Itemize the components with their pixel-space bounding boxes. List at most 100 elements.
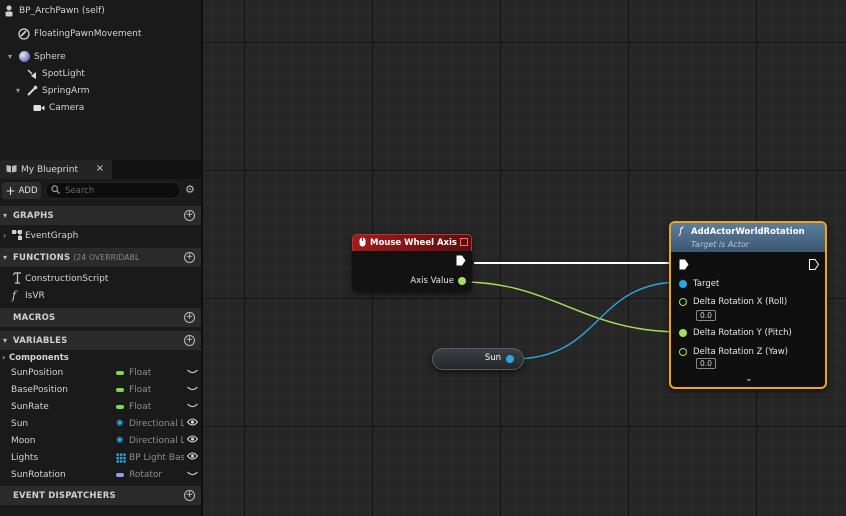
variable-type[interactable]: BP Light Base [116,452,184,463]
tree-item-floating-pawn-movement[interactable]: FloatingPawnMovement [18,25,141,42]
variable-type[interactable]: Rotator [116,470,184,480]
section-graphs[interactable]: ▾ GRAPHS + [0,206,201,225]
yaw-pin[interactable]: Delta Rotation Z (Yaw) [679,347,788,357]
axis-value-pin[interactable]: Axis Value [410,276,466,286]
add-button-label: ADD [18,185,38,196]
camera-icon [33,102,45,114]
eye-open-icon[interactable] [186,418,199,429]
tree-item-camera[interactable]: Camera [33,99,84,116]
variable-type-label: Float [129,401,152,412]
variable-row[interactable]: BasePosition Float [0,381,201,398]
pitch-pin[interactable]: Delta Rotation Y (Pitch) [679,328,792,338]
variable-row[interactable]: SunRate Float [0,398,201,415]
float-pin-icon[interactable] [679,348,687,356]
section-event-dispatchers[interactable]: EVENT DISPATCHERS + [0,486,201,505]
variable-type[interactable]: Float [116,385,184,395]
category-label: Components [9,352,69,363]
tab-my-blueprint[interactable]: My Blueprint × [0,160,112,179]
eye-closed-icon[interactable] [187,385,198,395]
breakpoint-icon[interactable] [460,238,468,246]
section-functions[interactable]: ▾ FUNCTIONS (24 OVERRIDABL + [0,248,201,267]
variable-type[interactable]: ✺ Directional Li [116,419,184,429]
roll-pin[interactable]: Delta Rotation X (Roll) [679,297,787,307]
section-title: MACROS [13,312,56,323]
object-pin-icon[interactable] [679,280,687,288]
eye-open-icon[interactable] [186,452,199,463]
tree-item-label: FloatingPawnMovement [34,28,142,39]
tree-item-root[interactable]: BP_ArchPawn (self) [3,2,105,19]
add-dispatcher-icon[interactable]: + [184,490,195,501]
light-type-icon: ✺ [116,418,124,429]
float-pin-icon[interactable] [458,277,466,285]
chevron-down-icon[interactable]: ▾ [8,52,17,61]
add-button[interactable]: + ADD [2,182,41,199]
eye-closed-icon[interactable] [187,402,198,412]
pin-label: Axis Value [410,276,454,286]
mouse-wheel-axis-node[interactable]: Mouse Wheel Axis Axis Value [352,234,472,292]
chevron-down-icon: ▾ [3,253,8,262]
tree-item-label: SpringArm [42,85,90,96]
tree-item-spotlight[interactable]: SpotLight [26,65,85,82]
type-pill-icon [116,472,124,477]
type-pill-icon [116,387,124,392]
eye-closed-icon[interactable] [187,368,198,378]
section-macros[interactable]: MACROS + [0,308,201,327]
section-title: VARIABLES [13,335,68,346]
event-graph-canvas[interactable]: Mouse Wheel Axis Axis Value Sun f AddAct… [203,0,846,516]
chevron-down-icon[interactable]: ▾ [16,86,25,95]
tree-item-sphere[interactable]: ▾ Sphere [8,48,66,65]
object-pin-icon[interactable] [506,355,514,363]
chevron-down-icon: ▾ [3,211,8,220]
float-pin-icon[interactable] [679,298,687,306]
gear-icon[interactable]: ⚙ [185,183,195,196]
graph-label: EventGraph [25,230,79,241]
node-header[interactable]: f AddActorWorldRotation Target is Actor [671,223,825,252]
chevron-right-icon[interactable]: › [3,231,6,240]
add-variable-icon[interactable]: + [184,335,195,346]
function-label: ConstructionScript [25,273,109,284]
variable-type[interactable]: Float [116,402,184,412]
add-macro-icon[interactable]: + [184,312,195,323]
tree-item-label: Camera [49,102,85,113]
close-icon[interactable]: × [96,163,104,174]
eye-open-icon[interactable] [186,435,199,446]
list-item-isvr[interactable]: f IsVR [0,287,201,304]
variable-row[interactable]: Lights BP Light Base [0,449,201,466]
list-item-constructionscript[interactable]: ConstructionScript [0,270,201,287]
yaw-value-field[interactable]: 0.0 [696,358,716,369]
variable-row[interactable]: SunPosition Float [0,364,201,381]
eye-closed-icon[interactable] [187,470,198,480]
variable-type[interactable]: ✺ Directional Li [116,436,184,446]
add-actor-world-rotation-node[interactable]: f AddActorWorldRotation Target is Actor … [669,221,827,389]
tree-item-label: SpotLight [42,68,85,79]
chevron-right-icon[interactable]: › [2,353,5,362]
exec-in-pin[interactable] [679,259,689,270]
variable-type[interactable]: Float [116,368,184,378]
float-pin-icon[interactable] [679,329,687,337]
search-box[interactable] [45,182,181,199]
list-item-eventgraph[interactable]: › EventGraph [0,227,201,244]
variable-name: Moon [11,435,36,446]
pin-label: Delta Rotation Y (Pitch) [693,328,792,338]
variable-name: SunRotation [11,469,66,480]
sun-variable-node[interactable]: Sun [432,348,524,370]
tree-item-springarm[interactable]: ▾ SpringArm [16,82,90,99]
add-graph-icon[interactable]: + [184,210,195,221]
expand-chevron-icon[interactable]: ⌄ [745,374,753,384]
variable-row[interactable]: Moon ✺ Directional Li [0,432,201,449]
node-subtitle: Target is Actor [691,240,750,249]
section-title: FUNCTIONS [13,252,71,263]
variable-row[interactable]: SunRotation Rotator [0,466,201,483]
exec-out-pin[interactable] [456,255,466,266]
roll-value-field[interactable]: 0.0 [696,310,716,321]
exec-out-pin[interactable] [809,259,819,270]
section-variables[interactable]: ▾ VARIABLES + [0,331,201,350]
node-header[interactable]: Mouse Wheel Axis [352,234,472,251]
variable-row[interactable]: Sun ✺ Directional Li [0,415,201,432]
person-icon [3,5,15,17]
my-blueprint-tabbar: My Blueprint × [0,160,201,179]
construction-script-icon [12,272,23,287]
search-input[interactable] [65,185,175,196]
add-function-icon[interactable]: + [184,252,195,263]
target-pin[interactable]: Target [679,279,719,289]
